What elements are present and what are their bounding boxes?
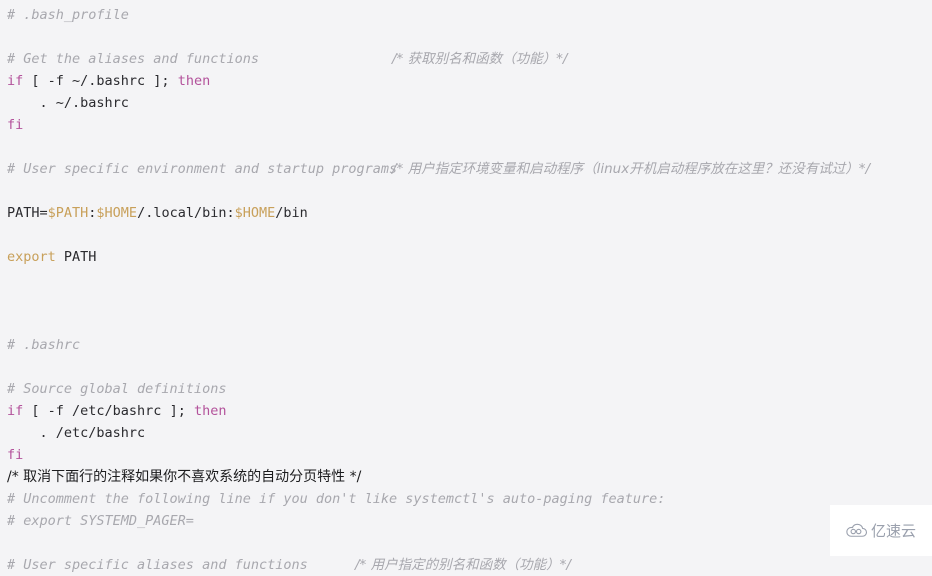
inline-annotation-cn: /* 用户指定的别名和函数（功能）*/ <box>355 557 571 573</box>
code-line: if [ -f ~/.bashrc ]; then <box>0 70 932 92</box>
code-token: /.local/bin: <box>137 205 235 221</box>
comment-text: # Source global definitions <box>7 381 227 397</box>
code-viewer: # .bash_profile # Get the aliases and fu… <box>0 0 932 576</box>
watermark: 亿速云 <box>830 505 932 556</box>
code-line: # .bashrc <box>0 334 932 356</box>
code-line: if [ -f /etc/bashrc ]; then <box>0 400 932 422</box>
code-line: # Uncomment the following line if you do… <box>0 488 932 510</box>
code-line: PATH=$PATH:$HOME/.local/bin:$HOME/bin <box>0 202 932 224</box>
code-token: then <box>193 403 227 419</box>
comment-text: # User specific aliases and functions <box>7 557 308 573</box>
code-token: . ~/.bashrc <box>7 95 129 111</box>
code-token: $HOME <box>234 205 276 221</box>
code-token: $PATH <box>47 205 89 221</box>
code-line: /* 取消下面行的注释如果你不喜欢系统的自动分页特性 */ <box>0 466 932 488</box>
code-line: # export SYSTEMD_PAGER= <box>0 510 932 532</box>
cloud-icon <box>846 523 868 539</box>
code-token: if <box>7 73 24 89</box>
code-line: # Source global definitions <box>0 378 932 400</box>
code-token: fi <box>7 117 24 133</box>
code-token: fi <box>7 447 24 463</box>
code-line: # Get the aliases and functions /* 获取别名和函… <box>0 48 932 70</box>
code-line: fi <box>0 114 932 136</box>
comment-text: # export SYSTEMD_PAGER= <box>7 513 194 529</box>
code-token: $HOME <box>96 205 138 221</box>
watermark-label: 亿速云 <box>870 522 916 540</box>
code-token: if <box>7 403 24 419</box>
code-line: # .bash_profile <box>0 4 932 26</box>
code-token: /bin <box>275 205 308 221</box>
code-token: . /etc/bashrc <box>7 425 146 441</box>
code-line: . /etc/bashrc <box>0 422 932 444</box>
code-line: . ~/.bashrc <box>0 92 932 114</box>
comment-text: # Get the aliases and functions <box>7 51 259 67</box>
inline-annotation-cn: /* 用户指定环境变量和启动程序（linux开机启动程序放在这里？还没有试过）*… <box>392 161 870 177</box>
comment-text-cn: /* 取消下面行的注释如果你不喜欢系统的自动分页特性 */ <box>7 469 362 485</box>
code-token: [ -f /etc/bashrc ]; <box>23 403 194 419</box>
code-line: fi <box>0 444 932 466</box>
comment-text: # User specific environment and startup … <box>7 161 398 177</box>
inline-annotation-cn: /* 获取别名和函数（功能）*/ <box>392 51 568 67</box>
code-token: PATH= <box>7 205 48 221</box>
code-token: PATH <box>55 249 97 265</box>
comment-text: # Uncomment the following line if you do… <box>7 491 666 507</box>
code-line: # User specific aliases and functions /* … <box>0 554 932 576</box>
code-line: # User specific environment and startup … <box>0 158 932 180</box>
code-line: export PATH <box>0 246 932 268</box>
comment-text: # .bashrc <box>7 337 81 353</box>
code-token: [ -f ~/.bashrc ]; <box>23 73 178 89</box>
code-token: then <box>177 73 211 89</box>
comment-text: # .bash_profile <box>7 7 129 23</box>
code-token: export <box>7 249 56 265</box>
